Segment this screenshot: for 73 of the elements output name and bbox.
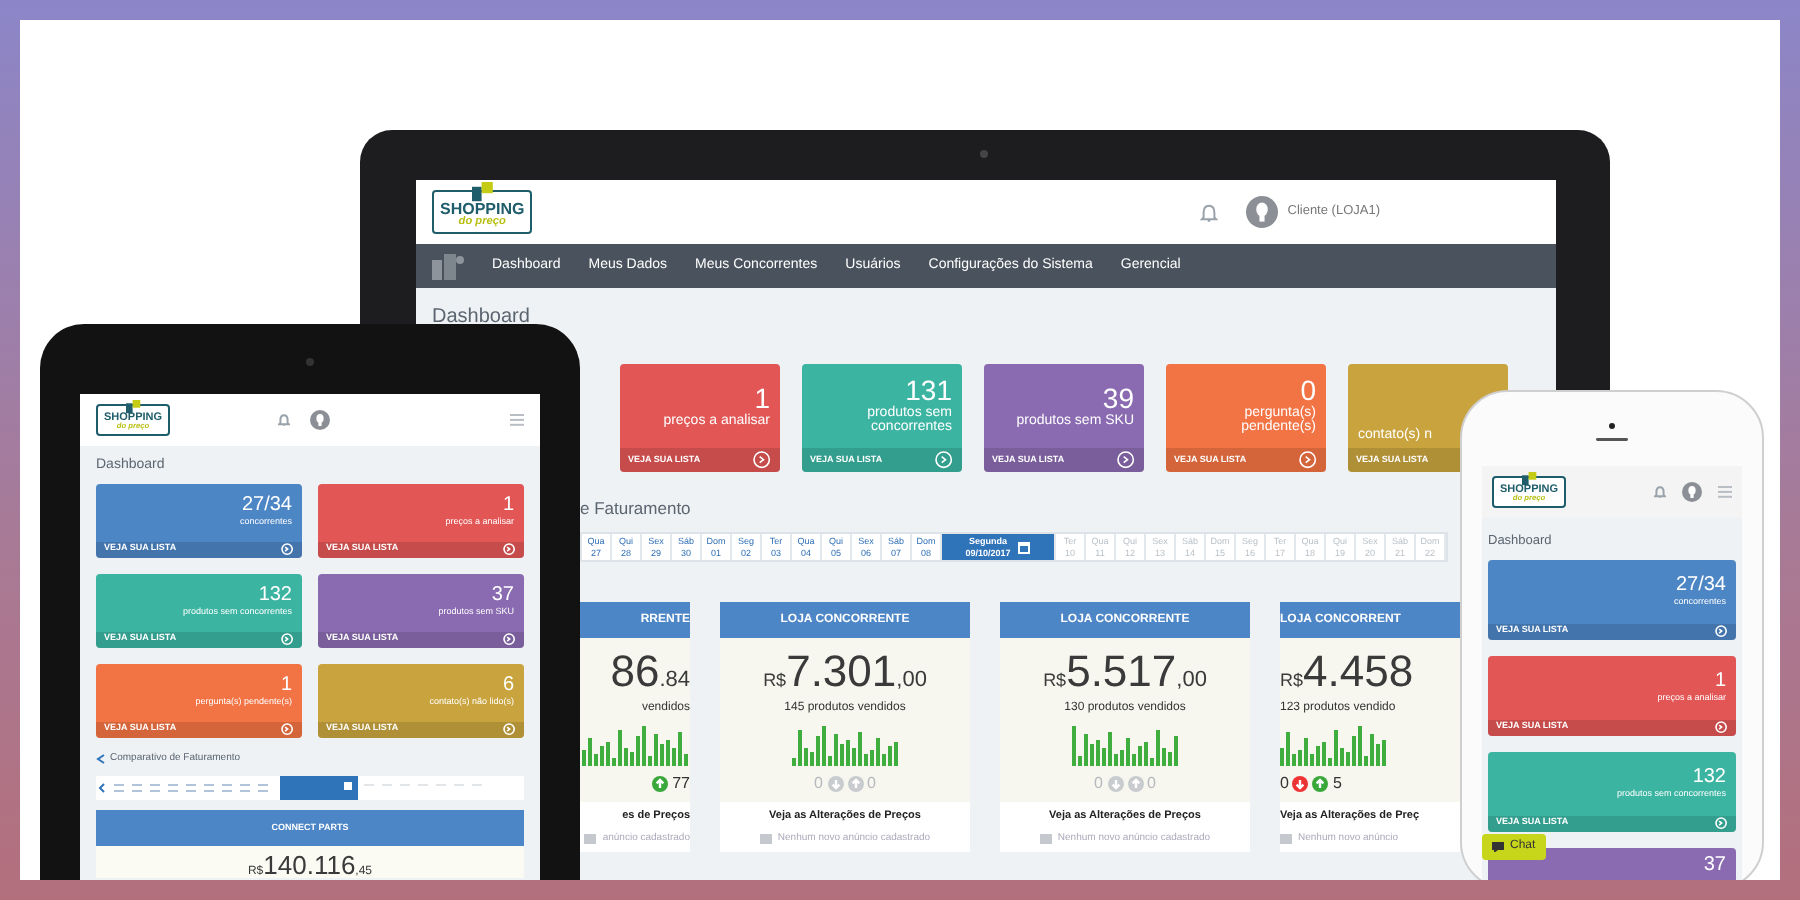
stat-value: 1 [1714, 672, 1726, 693]
arrow-circle-icon [501, 721, 516, 737]
currency-label: R$ [1280, 672, 1304, 691]
stat-value: 131 [905, 376, 952, 406]
arrow-circle-icon [1116, 450, 1136, 470]
arrow-circle-icon [279, 541, 294, 557]
chat-icon [1492, 842, 1504, 852]
camera-icon [980, 150, 988, 158]
list-icon [1280, 833, 1292, 844]
price-value: 140.116 [263, 852, 356, 878]
stat-value: 37 [491, 586, 514, 607]
avatar-icon [1245, 196, 1278, 228]
sales-sparkline [1071, 722, 1179, 767]
arrow-circle-icon [1713, 720, 1728, 735]
stat-value: 39 [1102, 383, 1134, 414]
logo-mark-icon [471, 182, 494, 203]
stat-value: 6 [502, 676, 514, 697]
increase-count: 0 [867, 772, 876, 797]
price-value: 86 [610, 650, 660, 695]
arrow-circle-icon [1298, 450, 1318, 470]
bell-icon [1654, 486, 1666, 498]
price-value: 5.517 [1066, 650, 1177, 695]
logo-mark-icon [125, 399, 142, 414]
arrow-circle-icon [1713, 816, 1728, 831]
price-value: 7.301 [786, 650, 897, 695]
avatar-icon [310, 410, 330, 430]
bell-icon [278, 414, 290, 426]
camera-icon [306, 358, 314, 366]
stat-value: 1 [280, 676, 292, 697]
arrow-circle-icon [279, 631, 294, 647]
arrow-circle-icon [934, 450, 954, 470]
increase-count: 0 [1147, 772, 1156, 797]
sales-sparkline [791, 722, 899, 767]
increase-count: 5 [1332, 772, 1342, 797]
stat-value: 27/34 [241, 496, 292, 518]
arrow-circle-icon [752, 450, 772, 470]
decrease-count: 0 [814, 772, 823, 797]
calendar-icon [1018, 541, 1031, 554]
price-value: 4.458 [1303, 650, 1414, 695]
stat-value: 132 [1692, 768, 1726, 790]
page-title: Dashboard [430, 304, 532, 332]
list-icon [759, 833, 772, 844]
currency-label: R$ [1043, 672, 1067, 691]
menu-icon [510, 414, 524, 426]
logo-text: SHOPPING [440, 202, 525, 219]
sales-sparkline [582, 722, 690, 767]
arrow-circle-icon [279, 721, 294, 737]
bell-icon [1199, 203, 1218, 221]
avatar-icon [1682, 482, 1702, 502]
price-cents: ,00 [896, 670, 927, 693]
price-cents: .84 [659, 670, 690, 693]
sales-sparkline [1280, 722, 1388, 767]
stat-value: 27/34 [1675, 576, 1726, 598]
arrow-circle-icon [501, 541, 516, 557]
chevron-icon [96, 753, 106, 764]
increase-count: 77 [672, 772, 690, 797]
stat-value: 1 [502, 496, 514, 517]
dashboard-icon [432, 253, 464, 279]
decrease-count: 0 [1094, 772, 1103, 797]
decrease-count: 0 [1280, 772, 1289, 797]
currency-label: R$ [763, 672, 787, 691]
arrow-circle-icon [1713, 624, 1728, 639]
stat-value: 132 [258, 586, 292, 608]
list-icon [584, 833, 597, 844]
arrow-circle-icon [501, 631, 516, 647]
section-title: e Faturamento [580, 496, 691, 522]
stat-value: 1 [754, 383, 770, 414]
price-cents: ,00 [1176, 670, 1207, 693]
menu-icon [1718, 486, 1732, 498]
logo-mark-icon [1521, 471, 1538, 486]
list-icon [1039, 833, 1052, 844]
stat-value: 37 [1703, 855, 1726, 877]
stat-value: 0 [1300, 376, 1316, 406]
